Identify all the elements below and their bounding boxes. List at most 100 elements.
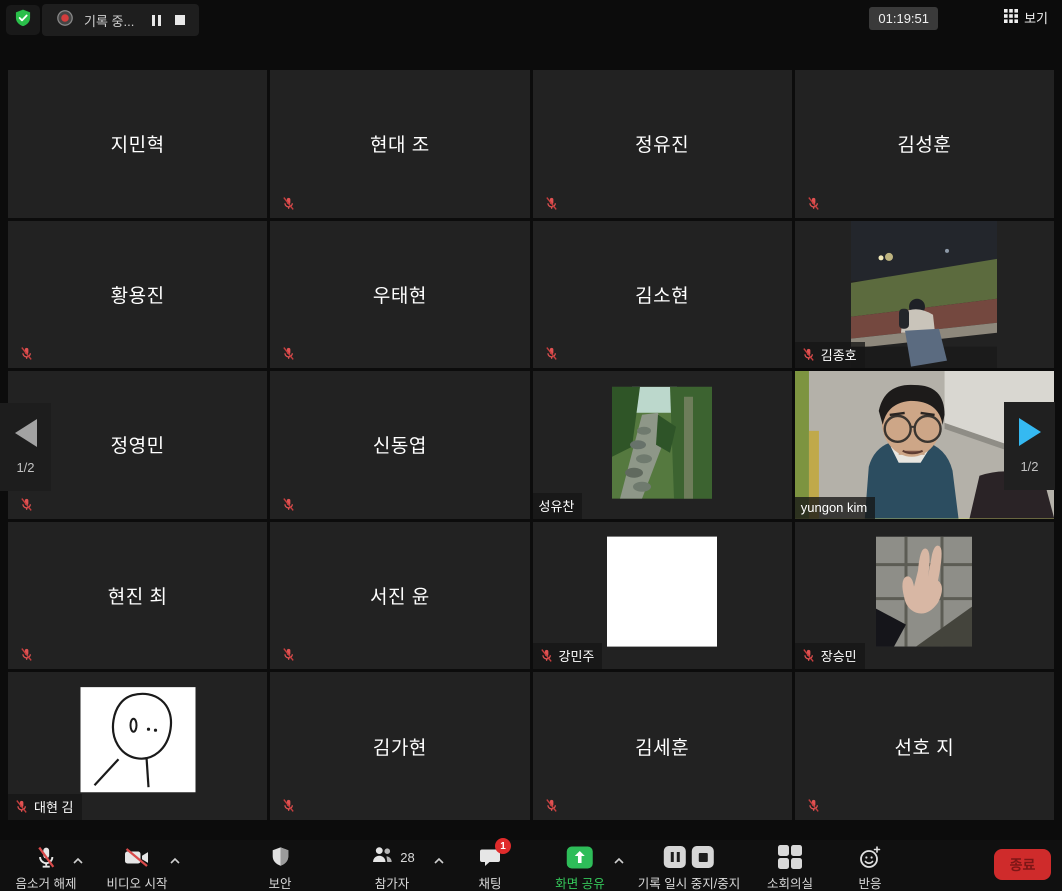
participant-name: yungon kim bbox=[801, 500, 867, 515]
view-button[interactable]: 보기 bbox=[1004, 8, 1048, 27]
participant-tile[interactable]: 정유진 bbox=[533, 70, 792, 218]
stop-recording-icon[interactable] bbox=[175, 15, 185, 25]
mic-muted-icon bbox=[19, 346, 34, 361]
mic-muted-icon bbox=[801, 347, 816, 362]
mic-muted-icon bbox=[806, 196, 821, 211]
mic-muted-icon bbox=[544, 196, 559, 211]
participant-name: 김가현 bbox=[270, 672, 529, 820]
share-screen-icon bbox=[566, 843, 593, 871]
participant-name-chip: 장승민 bbox=[795, 643, 865, 669]
reactions-button[interactable]: 반응 bbox=[858, 843, 882, 891]
participant-video-thumbnail bbox=[851, 221, 997, 369]
unmute-label: 음소거 해제 bbox=[16, 873, 77, 891]
mic-muted-icon bbox=[281, 497, 296, 512]
page-indicator: 1/2 bbox=[1020, 459, 1038, 474]
pause-recording-button-icon[interactable] bbox=[664, 846, 686, 868]
participant-name-chip: 김종호 bbox=[795, 342, 865, 368]
page-indicator: 1/2 bbox=[16, 460, 34, 475]
participant-tile[interactable]: 선호 지 bbox=[795, 672, 1054, 820]
previous-page-button[interactable]: 1/2 bbox=[0, 403, 51, 491]
mic-muted-icon bbox=[544, 798, 559, 813]
participant-tile[interactable]: 서진 윤 bbox=[270, 522, 529, 670]
stop-recording-button-icon[interactable] bbox=[692, 846, 714, 868]
mic-muted-icon bbox=[281, 196, 296, 211]
next-page-button[interactable]: 1/2 bbox=[1004, 402, 1055, 490]
participant-video-thumbnail bbox=[876, 536, 972, 646]
audio-options-chevron[interactable] bbox=[72, 852, 84, 870]
share-screen-label: 화면 공유 bbox=[555, 873, 604, 891]
participant-tile[interactable]: 현진 최 bbox=[8, 522, 267, 670]
participant-name: 강민주 bbox=[559, 646, 595, 665]
participant-tile[interactable]: 황용진 bbox=[8, 221, 267, 369]
participant-tile[interactable]: 현대 조 bbox=[270, 70, 529, 218]
video-off-icon bbox=[123, 843, 151, 871]
participant-tile[interactable]: 대현 김 bbox=[8, 672, 267, 820]
participant-tile[interactable]: 강민주 bbox=[533, 522, 792, 670]
breakout-rooms-button[interactable]: 소회의실 bbox=[767, 843, 813, 891]
participant-name: 장승민 bbox=[821, 646, 857, 665]
mic-muted-icon bbox=[544, 346, 559, 361]
previous-page-arrow-icon bbox=[15, 419, 37, 447]
mic-muted-icon bbox=[801, 648, 816, 663]
participant-name: 김세훈 bbox=[533, 672, 792, 820]
breakout-rooms-icon bbox=[778, 843, 802, 871]
unmute-button[interactable]: 음소거 해제 bbox=[16, 843, 77, 891]
participant-name-chip: 대현 김 bbox=[8, 794, 82, 820]
people-icon bbox=[369, 843, 395, 872]
participants-options-chevron[interactable] bbox=[433, 852, 445, 870]
recording-label: 기록 중... bbox=[84, 11, 134, 30]
participant-video-thumbnail bbox=[607, 536, 717, 646]
mic-muted-icon bbox=[281, 798, 296, 813]
participant-tile[interactable]: 지민혁 bbox=[8, 70, 267, 218]
chat-button[interactable]: 1 채팅 bbox=[478, 843, 502, 891]
participant-name: 성유찬 bbox=[539, 496, 575, 515]
participant-name: 김소현 bbox=[533, 221, 792, 369]
participant-tile[interactable]: 장승민 bbox=[795, 522, 1054, 670]
participant-tile[interactable]: 김가현 bbox=[270, 672, 529, 820]
record-controls-button[interactable]: 기록 일시 중지/중지 bbox=[638, 843, 740, 891]
participant-tile[interactable]: 김소현 bbox=[533, 221, 792, 369]
participant-name: 선호 지 bbox=[795, 672, 1054, 820]
participant-name: 김성훈 bbox=[795, 70, 1054, 218]
participant-name: 현대 조 bbox=[270, 70, 529, 218]
participant-tile[interactable]: 김세훈 bbox=[533, 672, 792, 820]
chat-label: 채팅 bbox=[478, 873, 501, 891]
participant-tile[interactable]: 성유찬 bbox=[533, 371, 792, 519]
participant-name: 황용진 bbox=[8, 221, 267, 369]
grid-view-icon bbox=[1004, 9, 1018, 26]
reactions-label: 반응 bbox=[858, 873, 881, 891]
start-video-button[interactable]: 비디오 시작 bbox=[107, 843, 168, 891]
participant-grid: 지민혁현대 조정유진김성훈황용진우태현김소현김종호정영민신동엽성유찬yungon… bbox=[8, 70, 1054, 820]
end-meeting-button[interactable]: 종료 bbox=[994, 849, 1051, 880]
view-label: 보기 bbox=[1024, 8, 1048, 27]
security-button[interactable]: 보안 bbox=[268, 843, 291, 891]
mic-muted-icon bbox=[281, 647, 296, 662]
security-shield-button[interactable] bbox=[6, 5, 40, 35]
smiley-plus-icon bbox=[858, 843, 882, 871]
record-controls-label: 기록 일시 중지/중지 bbox=[638, 873, 740, 891]
share-screen-button[interactable]: 화면 공유 bbox=[555, 843, 604, 891]
share-options-chevron[interactable] bbox=[613, 852, 625, 870]
participant-tile[interactable]: 김성훈 bbox=[795, 70, 1054, 218]
participant-tile[interactable]: 우태현 bbox=[270, 221, 529, 369]
participant-name: 우태현 bbox=[270, 221, 529, 369]
meeting-toolbar: 음소거 해제 비디오 시작 bbox=[0, 840, 1062, 891]
security-label: 보안 bbox=[268, 873, 291, 891]
participant-name: 대현 김 bbox=[34, 797, 74, 816]
chat-bubble-icon: 1 bbox=[478, 843, 502, 871]
mic-muted-icon bbox=[806, 798, 821, 813]
pause-recording-icon[interactable] bbox=[152, 15, 161, 26]
chat-unread-badge: 1 bbox=[495, 838, 511, 854]
participant-name: 지민혁 bbox=[8, 70, 267, 218]
recording-indicator: 기록 중... bbox=[42, 4, 199, 36]
participants-label: 참가자 bbox=[375, 873, 410, 891]
video-options-chevron[interactable] bbox=[169, 852, 181, 870]
next-page-arrow-icon bbox=[1019, 418, 1041, 446]
participants-button[interactable]: 28 참가자 bbox=[369, 843, 414, 891]
mic-muted-icon bbox=[281, 346, 296, 361]
participant-name: 정유진 bbox=[533, 70, 792, 218]
mic-muted-icon bbox=[19, 497, 34, 512]
participant-tile[interactable]: 신동엽 bbox=[270, 371, 529, 519]
participant-name-chip: yungon kim bbox=[795, 497, 875, 519]
participant-tile[interactable]: 김종호 bbox=[795, 221, 1054, 369]
